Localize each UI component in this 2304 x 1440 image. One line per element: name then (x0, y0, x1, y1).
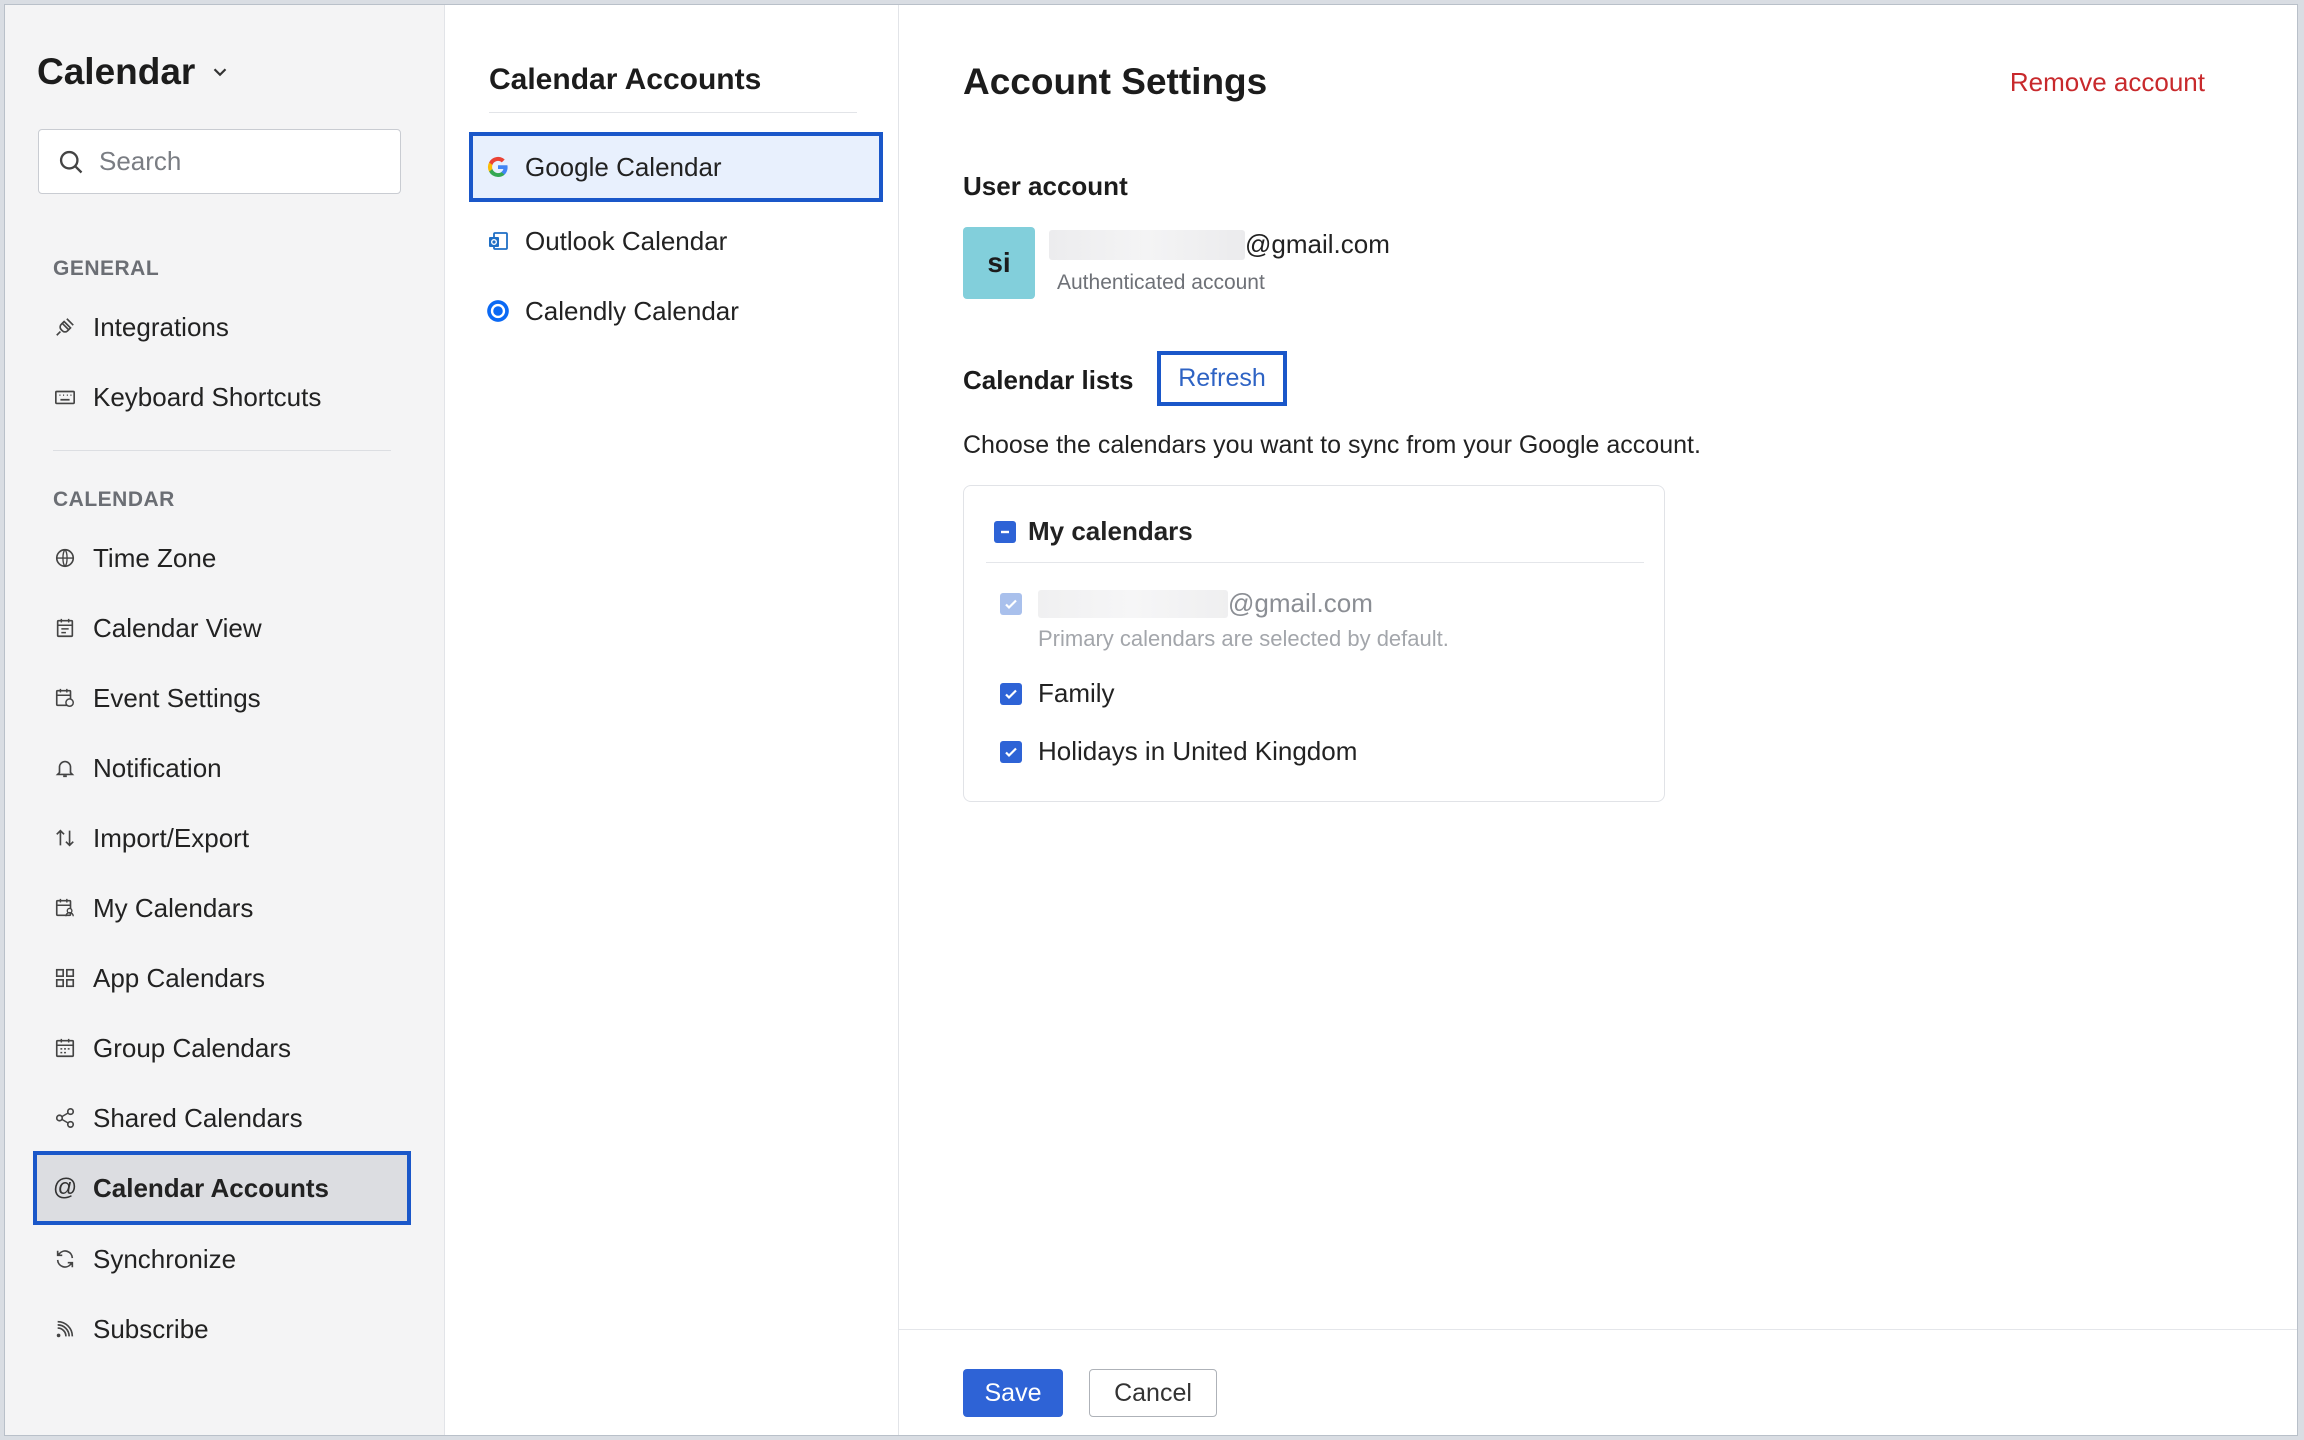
my-calendars-icon (53, 896, 77, 920)
user-account-heading: User account (963, 171, 1128, 201)
sidebar-item-label: Group Calendars (93, 1032, 291, 1063)
sidebar-item-label: Keyboard Shortcuts (93, 381, 322, 412)
sidebar-item-label: Import/Export (93, 822, 250, 853)
bell-icon (53, 756, 77, 780)
plug-icon (53, 315, 77, 339)
calendar-item-holidays-uk[interactable]: Holidays in United Kingdom (1000, 736, 1357, 767)
group-calendar-icon (53, 1036, 77, 1060)
calendly-icon (485, 298, 511, 324)
chevron-down-icon (214, 68, 227, 77)
partial-checkbox[interactable] (994, 520, 1016, 543)
calendar-view-icon (53, 616, 77, 640)
sidebar-item-label: Subscribe (93, 1313, 209, 1344)
account-google-calendar[interactable]: Google Calendar (469, 132, 883, 202)
sidebar-item-subscribe[interactable]: Subscribe (33, 1296, 411, 1362)
cancel-button[interactable]: Cancel (1089, 1369, 1217, 1417)
event-settings-icon (53, 686, 77, 710)
group-label: My calendars (1028, 516, 1193, 546)
section-label-general: GENERAL (53, 257, 160, 280)
sidebar-item-group-calendars[interactable]: Group Calendars (33, 1015, 411, 1081)
primary-email-suffix: @gmail.com (1228, 588, 1373, 618)
account-settings-panel: Account Settings Remove account User acc… (899, 5, 2297, 1435)
calendar-item-label: Holidays in United Kingdom (1038, 736, 1358, 766)
page-title: Account Settings (963, 61, 1268, 102)
primary-calendar-checkbox (1000, 592, 1022, 615)
settings-sidebar: Calendar GENERAL Integrations Keyboard S… (5, 5, 445, 1435)
sidebar-item-label: Synchronize (93, 1243, 237, 1274)
share-icon (53, 1106, 77, 1130)
sidebar-item-integrations[interactable]: Integrations (33, 294, 411, 360)
section-label-calendar: CALENDAR (53, 488, 175, 511)
sidebar-item-label: Shared Calendars (93, 1102, 303, 1133)
calendar-list-box: My calendars @gmail.com Primary calendar… (963, 485, 1665, 802)
primary-calendar-item: @gmail.com (1000, 588, 1373, 619)
sidebar-item-calendar-view[interactable]: Calendar View (33, 595, 411, 661)
app-grid-icon (53, 966, 77, 990)
search-input[interactable] (99, 146, 379, 177)
group-divider (986, 562, 1644, 563)
sidebar-item-synchronize[interactable]: Synchronize (33, 1226, 411, 1292)
app-title-label: Calendar (37, 51, 196, 92)
sidebar-item-label: App Calendars (93, 962, 265, 993)
globe-icon (53, 546, 77, 570)
sidebar-item-label: Time Zone (93, 542, 217, 573)
sidebar-item-label: Calendar View (93, 612, 262, 643)
footer-divider (899, 1329, 2297, 1330)
account-outlook-calendar[interactable]: Outlook Calendar (469, 206, 883, 276)
redacted-email-local-part (1049, 229, 1245, 260)
accounts-divider (489, 112, 857, 113)
sidebar-item-import-export[interactable]: Import/Export (33, 805, 411, 871)
outlook-icon (485, 228, 511, 254)
import-export-icon (53, 826, 77, 850)
sidebar-item-label: Integrations (93, 311, 229, 342)
sidebar-item-my-calendars[interactable]: My Calendars (33, 875, 411, 941)
search-box[interactable] (38, 129, 401, 194)
sidebar-item-calendar-accounts[interactable]: @ Calendar Accounts (33, 1151, 411, 1225)
search-icon (59, 150, 83, 173)
save-button[interactable]: Save (963, 1369, 1063, 1417)
calendar-item-family[interactable]: Family (1000, 678, 1115, 709)
sidebar-item-keyboard-shortcuts[interactable]: Keyboard Shortcuts (33, 364, 411, 430)
google-icon (485, 154, 511, 180)
my-calendars-group[interactable]: My calendars (994, 516, 1193, 547)
sidebar-item-notification[interactable]: Notification (33, 735, 411, 801)
calendar-accounts-panel: Calendar Accounts Google Calendar Outloo… (445, 5, 899, 1435)
app-title[interactable]: Calendar (37, 51, 231, 93)
app-window: Calendar GENERAL Integrations Keyboard S… (4, 4, 2298, 1436)
account-label: Outlook Calendar (525, 225, 728, 256)
holidays-checkbox[interactable] (1000, 740, 1022, 763)
sidebar-divider (53, 450, 391, 451)
calendar-lists-heading: Calendar lists (963, 365, 1134, 395)
account-email: @gmail.com (1049, 229, 1390, 260)
sidebar-item-label: Notification (93, 752, 222, 783)
account-calendly-calendar[interactable]: Calendly Calendar (469, 276, 883, 346)
family-checkbox[interactable] (1000, 682, 1022, 705)
accounts-title: Calendar Accounts (489, 63, 762, 96)
refresh-button[interactable]: Refresh (1157, 351, 1287, 406)
sidebar-item-label: My Calendars (93, 892, 254, 923)
primary-calendar-note: Primary calendars are selected by defaul… (1038, 626, 1449, 651)
sync-icon (53, 1247, 77, 1271)
sidebar-item-app-calendars[interactable]: App Calendars (33, 945, 411, 1011)
rss-icon (53, 1317, 77, 1341)
keyboard-icon (53, 385, 77, 409)
sidebar-item-shared-calendars[interactable]: Shared Calendars (33, 1085, 411, 1151)
account-label: Calendly Calendar (525, 295, 739, 326)
sidebar-item-label: Event Settings (93, 682, 261, 713)
avatar: si (963, 227, 1035, 299)
email-suffix: @gmail.com (1245, 229, 1390, 259)
calendar-item-label: Family (1038, 678, 1115, 708)
sidebar-item-event-settings[interactable]: Event Settings (33, 665, 411, 731)
redacted-primary-email (1038, 589, 1228, 618)
account-label: Google Calendar (525, 151, 722, 182)
sidebar-item-label: Calendar Accounts (93, 1172, 329, 1203)
at-icon: @ (52, 1174, 78, 1201)
calendar-lists-description: Choose the calendars you want to sync fr… (963, 431, 1701, 459)
sidebar-item-time-zone[interactable]: Time Zone (33, 525, 411, 591)
authenticated-status: Authenticated account (1057, 271, 1265, 294)
remove-account-link[interactable]: Remove account (2010, 67, 2205, 98)
